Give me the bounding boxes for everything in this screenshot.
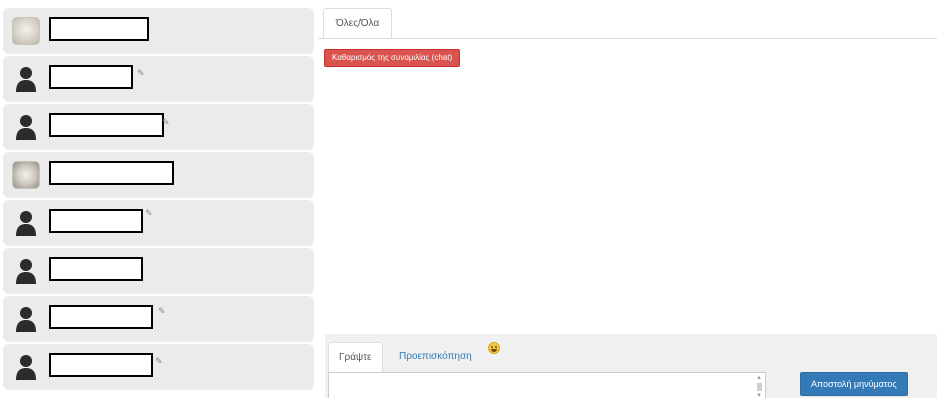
user-list: ✎ ✎ ✎ ✎ ✎: [3, 8, 314, 398]
chat-tabs: Όλες/Όλα: [318, 8, 937, 39]
user-silhouette-icon: [16, 115, 36, 140]
smiley-mouth: [491, 349, 497, 352]
user-silhouette-icon: [16, 211, 36, 236]
status-indicator-icon: ✎: [162, 117, 170, 127]
textarea-scrollbar[interactable]: ▲ ▼: [755, 375, 763, 398]
user-photo-icon: [12, 161, 40, 189]
redacted-username: [49, 257, 143, 281]
scroll-down-icon[interactable]: ▼: [756, 393, 762, 398]
avatar: [11, 256, 41, 286]
user-silhouette-icon: [16, 259, 36, 284]
message-composer: Γράψτε Προεπισκόπηση ▲ ▼ Αποστολή μηνύμα…: [325, 334, 937, 398]
redacted-username: [49, 209, 143, 233]
user-list-item[interactable]: ✎: [3, 104, 314, 150]
redacted-username: [49, 305, 153, 329]
user-list-item[interactable]: [3, 8, 314, 54]
redacted-username: [49, 161, 174, 185]
redacted-username: [49, 113, 164, 137]
user-list-item[interactable]: [3, 152, 314, 198]
avatar: [11, 112, 41, 142]
message-input[interactable]: ▲ ▼: [328, 372, 766, 398]
user-list-item[interactable]: ✎: [3, 200, 314, 246]
status-indicator-icon: ✎: [158, 306, 166, 316]
avatar: [11, 160, 41, 190]
redacted-username: [49, 65, 133, 89]
avatar: [11, 16, 41, 46]
avatar: [11, 304, 41, 334]
status-indicator-icon: ✎: [145, 208, 153, 218]
user-silhouette-icon: [16, 67, 36, 92]
send-message-button[interactable]: Αποστολή μηνύματος: [800, 372, 908, 396]
status-indicator-icon: ✎: [137, 68, 145, 78]
user-list-item[interactable]: ✎: [3, 56, 314, 102]
smiley-icon[interactable]: [488, 342, 500, 354]
redacted-username: [49, 17, 149, 41]
user-silhouette-icon: [16, 307, 36, 332]
chat-panel: Όλες/Όλα Καθαρισμός της συνομιλίας (chat…: [318, 8, 937, 398]
clear-chat-button[interactable]: Καθαρισμός της συνομιλίας (chat): [324, 49, 461, 67]
tab-write[interactable]: Γράψτε: [328, 342, 383, 372]
avatar: [11, 64, 41, 94]
status-indicator-icon: ✎: [155, 356, 163, 366]
redacted-username: [49, 353, 153, 377]
user-list-item[interactable]: ✎: [3, 344, 314, 390]
user-list-item[interactable]: ✎: [3, 296, 314, 342]
tab-preview[interactable]: Προεπισκόπηση: [389, 342, 482, 372]
user-list-item[interactable]: [3, 248, 314, 294]
scroll-up-icon[interactable]: ▲: [756, 375, 762, 381]
user-photo-icon: [12, 17, 40, 45]
scroll-thumb[interactable]: [756, 383, 762, 391]
tab-all[interactable]: Όλες/Όλα: [323, 8, 393, 38]
avatar: [11, 352, 41, 382]
user-silhouette-icon: [16, 355, 36, 380]
avatar: [11, 208, 41, 238]
chat-page: ✎ ✎ ✎ ✎ ✎ Όλες/Όλα Καθαρισμός της συνομι…: [0, 0, 937, 398]
